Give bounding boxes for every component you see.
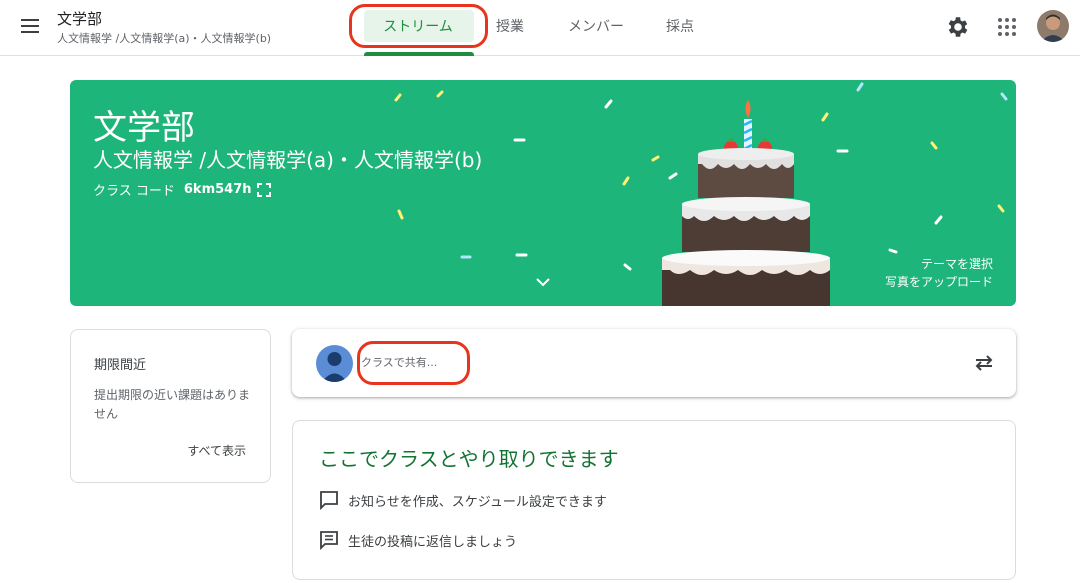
banner-class-section: 人文情報学 /人文情報学(a)・人文情報学(b) [93,148,483,172]
user-avatar [316,345,353,382]
class-section: 人文情報学 /人文情報学(a)・人文情報学(b) [57,32,272,45]
share-input[interactable]: クラスで共有... [361,354,437,370]
due-soon-card: 期限間近 提出期限の近い課題はありません すべて表示 [70,329,271,483]
stream-info-card: ここでクラスとやり取りできます お知らせを作成、スケジュール設定できます 生徒の… [292,420,1016,580]
upload-photo-link[interactable]: 写真をアップロード [885,273,993,290]
due-soon-empty-text: 提出期限の近い課題はありません [94,388,251,421]
tab-people-label: メンバー [568,19,624,35]
class-code-row: クラス コード 6km547h [93,180,271,199]
repost-icon[interactable] [972,351,996,375]
info-item-announcement: お知らせを作成、スケジュール設定できます [318,489,607,511]
select-theme-link[interactable]: テーマを選択 [921,255,993,272]
due-soon-title: 期限間近 [94,358,147,373]
announcement-icon [320,491,338,511]
tab-stream-label: ストリーム [383,19,453,35]
gear-icon[interactable] [945,14,971,40]
top-app-bar: 文学部 人文情報学 /人文情報学(a)・人文情報学(b) ストリーム 授業 メン… [0,0,1080,56]
info-item-reply: 生徒の投稿に返信しましょう [318,529,517,551]
tab-grades[interactable]: 採点 [655,0,705,52]
info-item-announcement-text: お知らせを作成、スケジュール設定できます [348,494,607,510]
tab-grades-label: 採点 [666,19,694,35]
tab-stream[interactable]: ストリーム [362,0,474,56]
tab-people[interactable]: メンバー [558,0,634,52]
birthday-cake-illustration [662,100,830,306]
fullscreen-icon[interactable] [256,182,271,197]
chevron-down-icon[interactable] [535,276,551,288]
info-item-reply-text: 生徒の投稿に返信しましょう [348,534,518,550]
comment-icon [320,531,338,551]
account-avatar[interactable] [1037,10,1069,42]
class-banner: 文学部 人文情報学 /人文情報学(a)・人文情報学(b) クラス コード 6km… [70,80,1016,306]
apps-grid-icon[interactable] [996,16,1018,38]
info-title: ここでクラスとやり取りできます [319,447,619,471]
share-with-class-box[interactable]: クラスで共有... [292,329,1016,397]
class-code-value: 6km547h [183,182,252,197]
main-menu-icon[interactable] [16,12,44,40]
tab-classwork[interactable]: 授業 [485,0,535,52]
tab-classwork-label: 授業 [496,19,524,35]
class-title[interactable]: 文学部 [57,8,102,29]
class-code-label: クラス コード [93,184,175,199]
banner-class-title: 文学部 [93,108,195,148]
view-all-link[interactable]: すべて表示 [187,442,246,459]
